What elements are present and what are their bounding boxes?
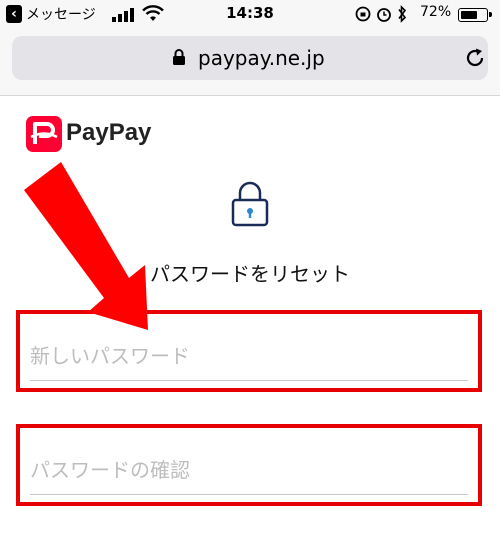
lock-icon — [231, 181, 269, 227]
battery-fill — [461, 11, 477, 19]
bluetooth-icon — [398, 5, 407, 23]
battery-icon — [458, 8, 492, 22]
url-text[interactable]: paypay.ne.jp — [198, 46, 325, 70]
paypay-logo — [26, 116, 62, 152]
address-bar[interactable]: paypay.ne.jp — [12, 36, 488, 80]
battery-percent: 72% — [420, 4, 452, 20]
lock-icon — [173, 49, 185, 65]
browser-top-bar: ‹ メッセージ 14:38 72% paypay.ne.jp — [0, 0, 500, 96]
status-bar: ‹ メッセージ 14:38 72% — [0, 0, 500, 30]
status-icons — [355, 5, 407, 23]
highlight-box-confirm-password — [16, 424, 482, 506]
reload-icon[interactable] — [464, 47, 486, 69]
brand-name: PayPay — [66, 119, 152, 146]
arrow-annotation — [24, 162, 148, 330]
